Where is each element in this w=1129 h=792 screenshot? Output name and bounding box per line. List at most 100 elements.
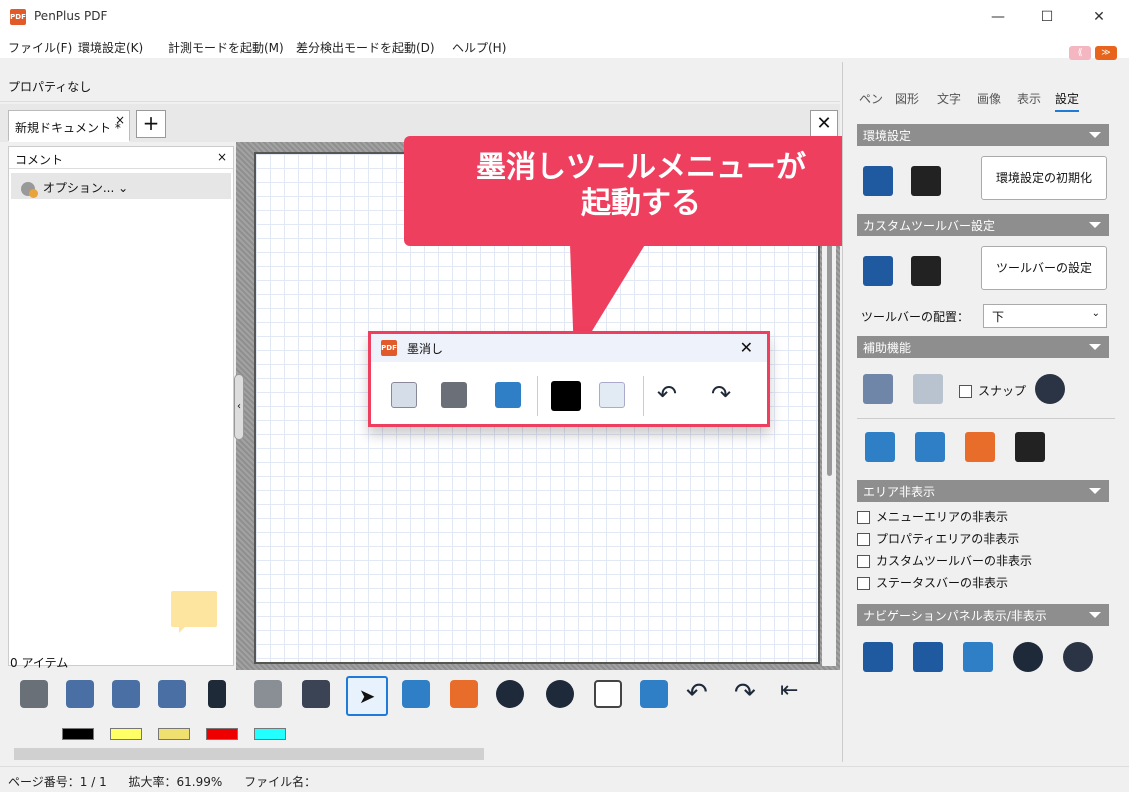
prev-panel-button[interactable]: ⟪ [1069, 46, 1092, 60]
page-add-icon[interactable] [865, 432, 895, 462]
env-reset-button[interactable]: 環境設定の初期化 [981, 156, 1107, 200]
minimize-button[interactable]: — [975, 4, 1021, 30]
redo-icon[interactable]: ↷ [734, 678, 756, 708]
comment-icon[interactable] [963, 642, 993, 672]
app-icon: PDF [10, 9, 26, 25]
swatch-red[interactable] [206, 728, 238, 740]
gear-icon[interactable] [1063, 642, 1093, 672]
pen-2-icon[interactable] [112, 680, 140, 708]
swatch-yellow[interactable] [110, 728, 142, 740]
pen-3-icon[interactable] [158, 680, 186, 708]
bottom-toolbar: ➤ ↶ ↷ ⇤ [0, 670, 840, 746]
save-icon[interactable] [911, 166, 941, 196]
comment-close-icon[interactable]: × [217, 150, 227, 164]
panel-nav-buttons: ⟪ ≫ [1069, 44, 1117, 60]
search-area-icon[interactable] [391, 382, 417, 408]
tab-text[interactable]: 文字 [937, 90, 961, 107]
gear-icon[interactable] [599, 382, 625, 408]
comment-panel: コメント × オプション... ⌄ [8, 146, 234, 666]
menu-file[interactable]: ファイル(F) [8, 39, 72, 56]
open-folder-icon[interactable] [863, 166, 893, 196]
pen-1-icon[interactable] [66, 680, 94, 708]
callout-line-1: 墨消しツールメニューが [476, 150, 806, 185]
pdf-icon: PDF [381, 340, 397, 356]
tab-shape[interactable]: 図形 [895, 90, 919, 107]
toolbar-settings-button[interactable]: ツールバーの設定 [981, 246, 1107, 290]
dialog-header: PDF 墨消し ✕ [371, 334, 767, 362]
text-pen-icon[interactable] [254, 680, 282, 708]
eraser-icon[interactable] [302, 680, 330, 708]
print-icon[interactable] [1015, 432, 1045, 462]
hide-toolbar-checkbox[interactable]: カスタムツールバーの非表示 [857, 552, 1032, 569]
zoom-in-icon[interactable] [546, 680, 574, 708]
apply-check-icon[interactable] [495, 382, 521, 408]
gear-icon[interactable] [1035, 374, 1065, 404]
sub-save-icon[interactable] [911, 256, 941, 286]
tab-image[interactable]: 画像 [977, 90, 1001, 107]
menu-measure[interactable]: 計測モードを起動(M) [168, 39, 284, 56]
swatch-cyan[interactable] [254, 728, 286, 740]
area-select-icon[interactable] [450, 680, 478, 708]
menu-bar: ファイル(F) 環境設定(K) 計測モードを起動(M) 差分検出モードを起動(D… [0, 34, 1129, 58]
nav-section-header[interactable]: ナビゲーションパネル表示/非表示 [857, 604, 1109, 626]
options-dropdown[interactable]: オプション... ⌄ [11, 173, 231, 199]
sub-folder-icon[interactable] [863, 256, 893, 286]
toolbar-section-header[interactable]: カスタムツールバー設定 [857, 214, 1109, 236]
color-black-icon[interactable] [551, 381, 581, 411]
page-cursor-icon[interactable] [640, 680, 668, 708]
snap-checkbox[interactable]: スナップ [959, 382, 1026, 399]
hand-icon[interactable] [402, 680, 430, 708]
menu-diff[interactable]: 差分検出モードを起動(D) [296, 39, 435, 56]
horizontal-scrollbar[interactable] [0, 746, 822, 764]
dialog-close-icon[interactable]: ✕ [740, 338, 753, 357]
close-window-button[interactable]: ✕ [1076, 4, 1122, 30]
hide-menu-checkbox[interactable]: メニューエリアの非表示 [857, 508, 1008, 525]
search-icon[interactable] [1013, 642, 1043, 672]
undo-icon[interactable]: ↶ [686, 678, 708, 708]
swatch-checker[interactable] [158, 728, 190, 740]
brush-icon[interactable] [208, 680, 226, 708]
document-icon[interactable] [20, 680, 48, 708]
ruler-icon[interactable] [863, 374, 893, 404]
hide-property-checkbox[interactable]: プロパティエリアの非表示 [857, 530, 1019, 547]
actual-size-icon[interactable] [594, 680, 622, 708]
swatch-black[interactable] [62, 728, 94, 740]
page-rotate-icon[interactable] [915, 432, 945, 462]
toolbar-position-select[interactable]: 下 ⌄ [983, 304, 1107, 328]
page-blackout-icon[interactable] [441, 382, 467, 408]
grid-icon[interactable] [913, 374, 943, 404]
env-section-header[interactable]: 環境設定 [857, 124, 1109, 146]
hscroll-thumb[interactable] [14, 748, 484, 760]
menu-settings[interactable]: 環境設定(K) [78, 39, 143, 56]
tab-close-icon[interactable]: × [115, 113, 125, 127]
file-name: ファイル名： [244, 775, 317, 789]
toolbar-position-label: ツールバーの配置： [861, 310, 970, 324]
add-tab-button[interactable]: + [136, 110, 166, 138]
tab-settings[interactable]: 設定 [1055, 90, 1080, 112]
comment-bubble-icon [171, 591, 217, 633]
collapse-toolbar-icon[interactable]: ⇤ [780, 678, 798, 703]
thumbnails-icon[interactable] [863, 642, 893, 672]
close-document-button[interactable]: ✕ [810, 110, 838, 138]
hide-section-header[interactable]: エリア非表示 [857, 480, 1109, 502]
hide-status-checkbox[interactable]: ステータスバーの非表示 [857, 574, 1008, 591]
title-bar: PDF PenPlus PDF — ☐ ✕ [0, 0, 1129, 34]
next-panel-button[interactable]: ≫ [1095, 46, 1117, 60]
annotation-callout: 墨消しツールメニューが 起動する [404, 136, 878, 246]
assist-section-header[interactable]: 補助機能 [857, 336, 1109, 358]
select-cursor-icon[interactable]: ➤ [346, 676, 388, 716]
tab-pen[interactable]: ペン [859, 90, 883, 107]
gear-icon [21, 181, 38, 198]
right-panel: ペン 図形 文字 画像 表示 設定 環境設定 環境設定の初期化 カスタムツールバ… [842, 62, 1129, 762]
comment-header: コメント × [9, 147, 233, 169]
undo-icon[interactable]: ↶ [657, 380, 677, 408]
page-split-icon[interactable] [965, 432, 995, 462]
tab-new-document[interactable]: 新規ドキュメント * × [8, 110, 130, 142]
bookmark-icon[interactable] [913, 642, 943, 672]
zoom-out-icon[interactable] [496, 680, 524, 708]
redo-icon[interactable]: ↷ [711, 380, 731, 408]
tab-display[interactable]: 表示 [1017, 90, 1041, 107]
menu-help[interactable]: ヘルプ(H) [452, 39, 506, 56]
maximize-button[interactable]: ☐ [1024, 4, 1070, 30]
panel-splitter-handle[interactable]: ‹ [234, 374, 244, 440]
